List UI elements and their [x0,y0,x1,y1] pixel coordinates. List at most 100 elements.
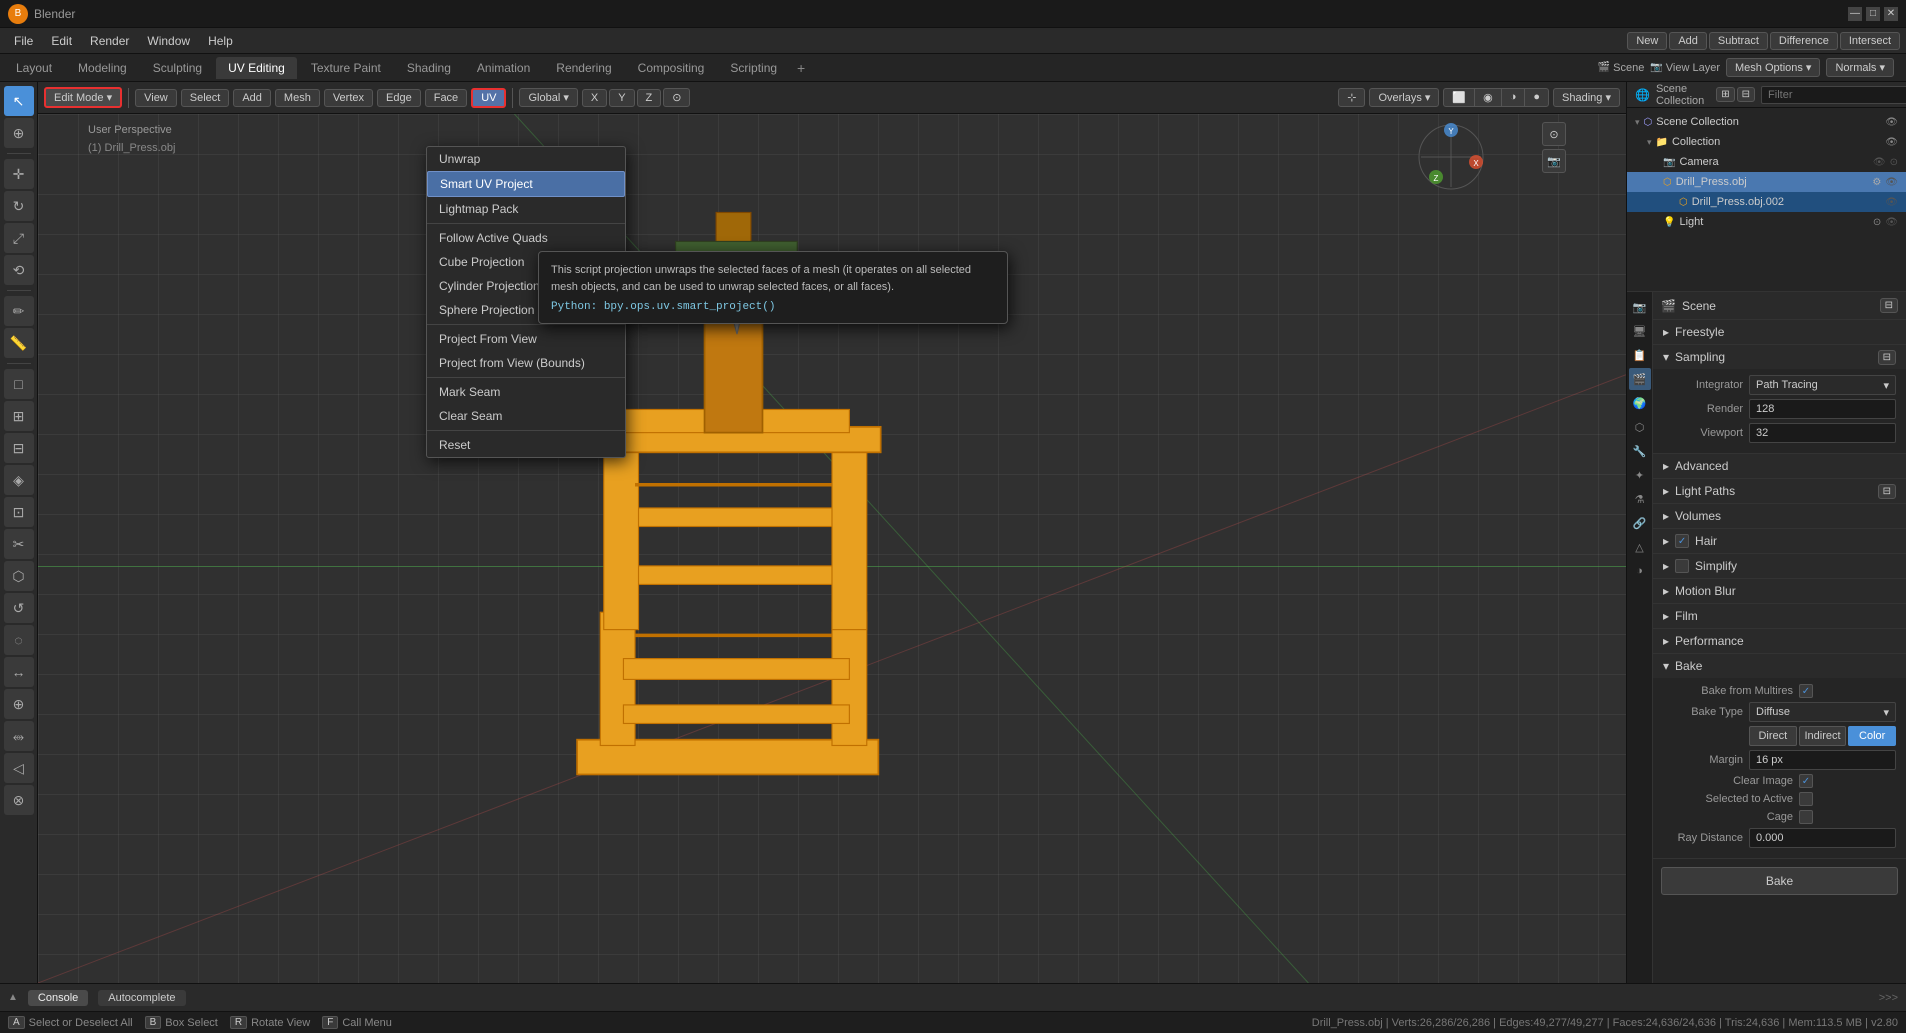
outliner-filter[interactable]: ⊟ [1737,87,1755,102]
viewport-view-menu[interactable]: View [135,89,177,107]
tab-scripting[interactable]: Scripting [718,57,789,79]
tree-scene-collection[interactable]: ▾ ⬡ Scene Collection 👁 [1627,112,1906,132]
props-world-icon[interactable]: 🌍 [1629,392,1651,414]
maximize-button[interactable]: □ [1866,7,1880,21]
normals-button[interactable]: Normals ▾ [1826,58,1894,77]
uv-menu-project-from-view-bounds[interactable]: Project from View (Bounds) [427,351,625,375]
bool-new-button[interactable]: New [1627,32,1667,50]
tab-modeling[interactable]: Modeling [66,57,139,79]
viewport-vertex-menu[interactable]: Vertex [324,89,373,107]
selected-to-active-checkbox[interactable] [1799,792,1813,806]
props-render-icon[interactable]: 📷 [1629,296,1651,318]
collection-toggle[interactable]: 👁 [1885,137,1898,148]
tool-shear[interactable]: ◁ [4,753,34,783]
props-scene-icon[interactable]: 🎬 [1629,368,1651,390]
viewport-value[interactable]: 32 [1749,423,1896,443]
viewport-select-menu[interactable]: Select [181,89,230,107]
scene-collection-toggle[interactable]: 👁 [1885,117,1898,128]
z-axis-lock[interactable]: Z [637,89,662,107]
integrator-select[interactable]: Path Tracing ▾ [1749,375,1896,395]
tool-add-cube[interactable]: □ [4,369,34,399]
tool-edge-slide[interactable]: ↔ [4,657,34,687]
bool-difference-button[interactable]: Difference [1770,32,1838,50]
tool-select[interactable]: ↖ [4,86,34,116]
bool-intersect-button[interactable]: Intersect [1840,32,1900,50]
props-object-icon[interactable]: ⬡ [1629,416,1651,438]
uv-menu-mark-seam[interactable]: Mark Seam [427,380,625,404]
props-constraints-icon[interactable]: 🔗 [1629,512,1651,534]
tab-sculpting[interactable]: Sculpting [141,57,214,79]
scene-selector[interactable]: Scene [1613,62,1644,74]
close-button[interactable]: ✕ [1884,7,1898,21]
tool-move[interactable]: ✛ [4,159,34,189]
cage-checkbox[interactable] [1799,810,1813,824]
tree-drill-press-002[interactable]: ⬡ Drill_Press.obj.002 👁 [1627,192,1906,212]
tab-texture-paint[interactable]: Texture Paint [299,57,393,79]
volumes-header[interactable]: ▸ Volumes [1653,504,1906,528]
drill-press-toggle[interactable]: 👁 [1885,177,1898,188]
sampling-header[interactable]: ▾ Sampling ⊟ [1653,345,1906,369]
props-data-icon[interactable]: △ [1629,536,1651,558]
props-view-layer-icon[interactable]: 📋 [1629,344,1651,366]
camera-view[interactable]: 📷 [1542,149,1566,173]
menu-render[interactable]: Render [82,32,137,50]
tool-scale[interactable]: ⤢ [4,223,34,253]
bool-add-button[interactable]: Add [1669,32,1707,50]
shading-options-button[interactable]: Shading ▾ [1553,88,1620,107]
shading-solid[interactable]: ◉ [1475,89,1502,106]
tool-extrude[interactable]: ⊞ [4,401,34,431]
viewport-edge-menu[interactable]: Edge [377,89,421,107]
tool-push-pull[interactable]: ⥈ [4,721,34,751]
mesh-options-button[interactable]: Mesh Options ▾ [1726,58,1820,77]
tab-layout[interactable]: Layout [4,57,64,79]
menu-file[interactable]: File [6,32,41,50]
tab-compositing[interactable]: Compositing [626,57,717,79]
minimize-button[interactable]: — [1848,7,1862,21]
viewport-add-menu[interactable]: Add [233,89,271,107]
margin-value[interactable]: 16 px [1749,750,1896,770]
props-collapse-all[interactable]: ⊟ [1880,298,1898,313]
props-particles-icon[interactable]: ✦ [1629,464,1651,486]
tree-camera[interactable]: 📷 Camera 👁 ⊙ [1627,152,1906,172]
shading-wireframe[interactable]: ⬜ [1444,89,1475,106]
bake-direct-btn[interactable]: Direct [1749,726,1797,746]
bake-type-select[interactable]: Diffuse ▾ [1749,702,1896,722]
tool-loop-cut[interactable]: ⊡ [4,497,34,527]
props-output-icon[interactable]: 🖥 [1629,320,1651,342]
performance-header[interactable]: ▸ Performance [1653,629,1906,653]
tool-knife[interactable]: ✂ [4,529,34,559]
3d-viewport[interactable]: User Perspective (1) Drill_Press.obj Y X… [38,114,1626,983]
gizmo-button[interactable]: ⊹ [1338,88,1365,107]
navigation-gizmo[interactable]: Y X Z [1416,122,1486,192]
proportional-edit[interactable]: ⊙ [663,88,690,107]
bake-color-btn[interactable]: Color [1848,726,1896,746]
sampling-presets[interactable]: ⊟ [1878,350,1896,365]
props-material-icon[interactable]: ◑ [1629,560,1651,582]
tool-rip[interactable]: ⊗ [4,785,34,815]
light-paths-header[interactable]: ▸ Light Paths ⊟ [1653,479,1906,503]
zoom-to-fit[interactable]: ⊙ [1542,122,1566,146]
uv-menu-lightmap-pack[interactable]: Lightmap Pack [427,197,625,221]
uv-menu-project-from-view[interactable]: Project From View [427,327,625,351]
tab-animation[interactable]: Animation [465,57,542,79]
props-physics-icon[interactable]: ⚗ [1629,488,1651,510]
camera-toggle[interactable]: 👁 [1873,157,1886,168]
uv-menu-unwrap[interactable]: Unwrap [427,147,625,171]
uv-menu-follow-active-quads[interactable]: Follow Active Quads [427,226,625,250]
tool-annotate[interactable]: ✏ [4,296,34,326]
film-header[interactable]: ▸ Film [1653,604,1906,628]
edit-mode-button[interactable]: Edit Mode ▾ [44,87,122,108]
tool-smooth[interactable]: ◌ [4,625,34,655]
y-axis-lock[interactable]: Y [609,89,634,107]
viewport-face-menu[interactable]: Face [425,89,467,107]
viewport-uv-menu[interactable]: UV [471,88,506,108]
view-layer-selector[interactable]: View Layer [1666,62,1720,74]
tool-rotate[interactable]: ↻ [4,191,34,221]
bake-multires-checkbox[interactable]: ✓ [1799,684,1813,698]
props-modifier-icon[interactable]: 🔧 [1629,440,1651,462]
bake-button[interactable]: Bake [1661,867,1898,895]
tool-bevel[interactable]: ◈ [4,465,34,495]
drill-press-002-toggle[interactable]: 👁 [1885,197,1898,208]
light-paths-presets[interactable]: ⊟ [1878,484,1896,499]
simplify-header[interactable]: ▸ Simplify [1653,554,1906,578]
